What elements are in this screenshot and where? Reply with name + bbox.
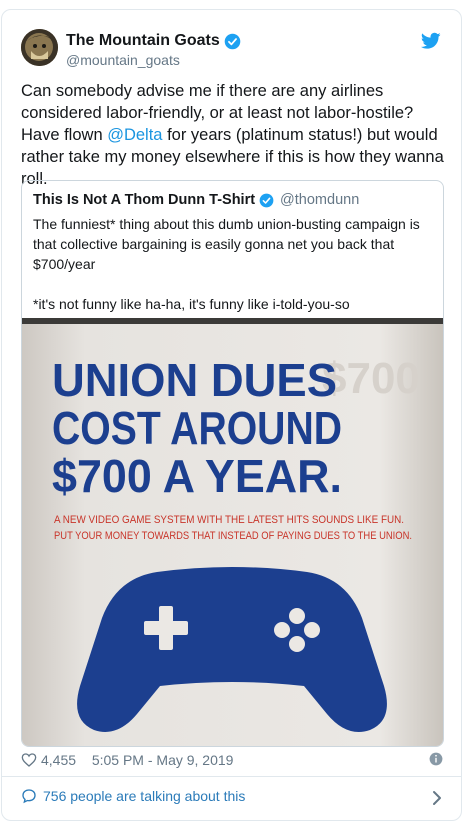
author-handle[interactable]: @mountain_goats	[66, 52, 180, 68]
poster-headline-2: COST AROUND	[52, 402, 342, 454]
footer-divider	[2, 776, 461, 777]
author-name[interactable]: The Mountain Goats	[66, 32, 220, 50]
info-icon[interactable]	[429, 752, 443, 766]
tweet-text: Can somebody advise me if there are any …	[21, 80, 446, 190]
tweet-header: The Mountain Goats @mountain_goats	[21, 29, 441, 71]
quoted-header: This Is Not A Thom Dunn T-Shirt @thomdun…	[33, 192, 359, 208]
author-name-row[interactable]: The Mountain Goats	[66, 32, 241, 50]
conversation-label[interactable]: 756 people are talking about this	[43, 788, 245, 804]
quoted-media-image[interactable]: $700 UNION DUES COST AROUND $700 A YEAR.…	[22, 318, 443, 746]
poster-sub-2: PUT YOUR MONEY TOWARDS THAT INSTEAD OF P…	[54, 530, 412, 542]
poster-headline-1: UNION DUES	[52, 354, 337, 406]
quoted-text-line1: The funniest* thing about this dumb unio…	[33, 216, 420, 272]
quoted-author-handle[interactable]: @thomdunn	[280, 192, 359, 208]
quoted-author-name[interactable]: This Is Not A Thom Dunn T-Shirt	[33, 192, 255, 208]
chevron-right-icon[interactable]	[431, 790, 443, 806]
tweet-card: The Mountain Goats @mountain_goats Can s…	[1, 9, 462, 821]
like-count[interactable]: 4,455	[41, 752, 76, 768]
heart-icon[interactable]	[21, 752, 37, 768]
quoted-text: The funniest* thing about this dumb unio…	[33, 214, 433, 314]
poster-sub-1: A NEW VIDEO GAME SYSTEM WITH THE LATEST …	[54, 514, 404, 526]
tweet-footer: 4,455 5:05 PM - May 9, 2019	[21, 750, 233, 770]
conversation-link[interactable]: 756 people are talking about this	[21, 788, 245, 804]
mention-delta-link[interactable]: @Delta	[107, 126, 162, 144]
speech-bubble-icon	[22, 789, 36, 804]
quoted-text-line2: *it's not funny like ha-ha, it's funny l…	[33, 296, 350, 312]
tweet-timestamp[interactable]: 5:05 PM - May 9, 2019	[92, 752, 234, 768]
footer-spacer	[80, 752, 88, 768]
verified-badge-icon	[259, 193, 274, 207]
twitter-bird-icon[interactable]	[421, 32, 441, 50]
union-dues-poster: $700 UNION DUES COST AROUND $700 A YEAR.…	[22, 318, 443, 746]
author-avatar[interactable]	[21, 29, 58, 66]
verified-badge-icon	[224, 33, 241, 49]
poster-headline-3: $700 A YEAR.	[52, 450, 342, 502]
quoted-tweet[interactable]: This Is Not A Thom Dunn T-Shirt @thomdun…	[21, 180, 444, 747]
